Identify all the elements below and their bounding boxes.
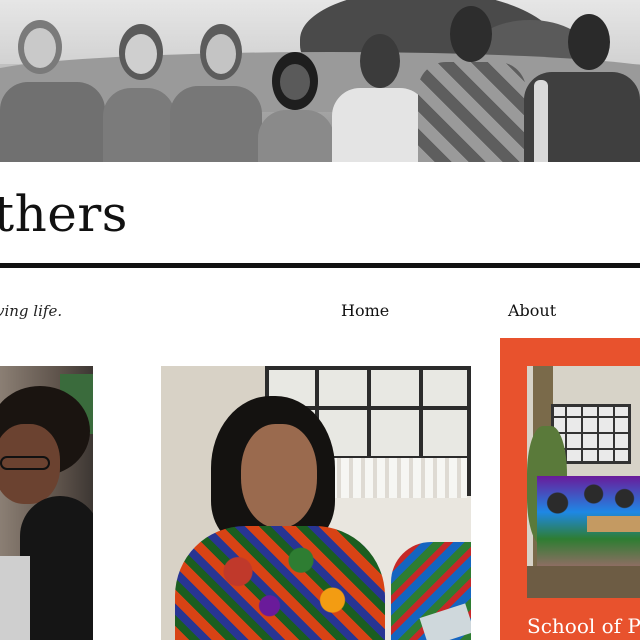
header-divider [0,263,640,268]
site-title[interactable]: thers [0,184,128,244]
featured-post-title[interactable]: School of PO [527,614,640,638]
hero-photo [0,0,640,162]
featured-post-image[interactable] [527,366,640,598]
card3-table [587,516,640,532]
person-5 [332,34,428,162]
person-6 [418,6,526,162]
card2-face [241,424,317,528]
post-card-image-2[interactable] [161,366,471,640]
person-7 [524,14,640,162]
card3-floor [527,566,640,598]
card1-desk [0,556,30,640]
person-1 [0,20,105,162]
nav-home-link[interactable]: Home [341,301,389,320]
site-tagline: ving life. [0,302,63,320]
card1-shirt [20,496,93,640]
card1-glasses [0,456,50,470]
featured-post-card[interactable]: School of PO [500,338,640,640]
post-card-image-1[interactable] [0,366,93,640]
person-2 [103,24,175,162]
nav-about-link[interactable]: About [508,301,556,320]
person-4 [258,52,334,162]
card2-blouse [175,526,385,640]
person-3 [170,24,262,162]
